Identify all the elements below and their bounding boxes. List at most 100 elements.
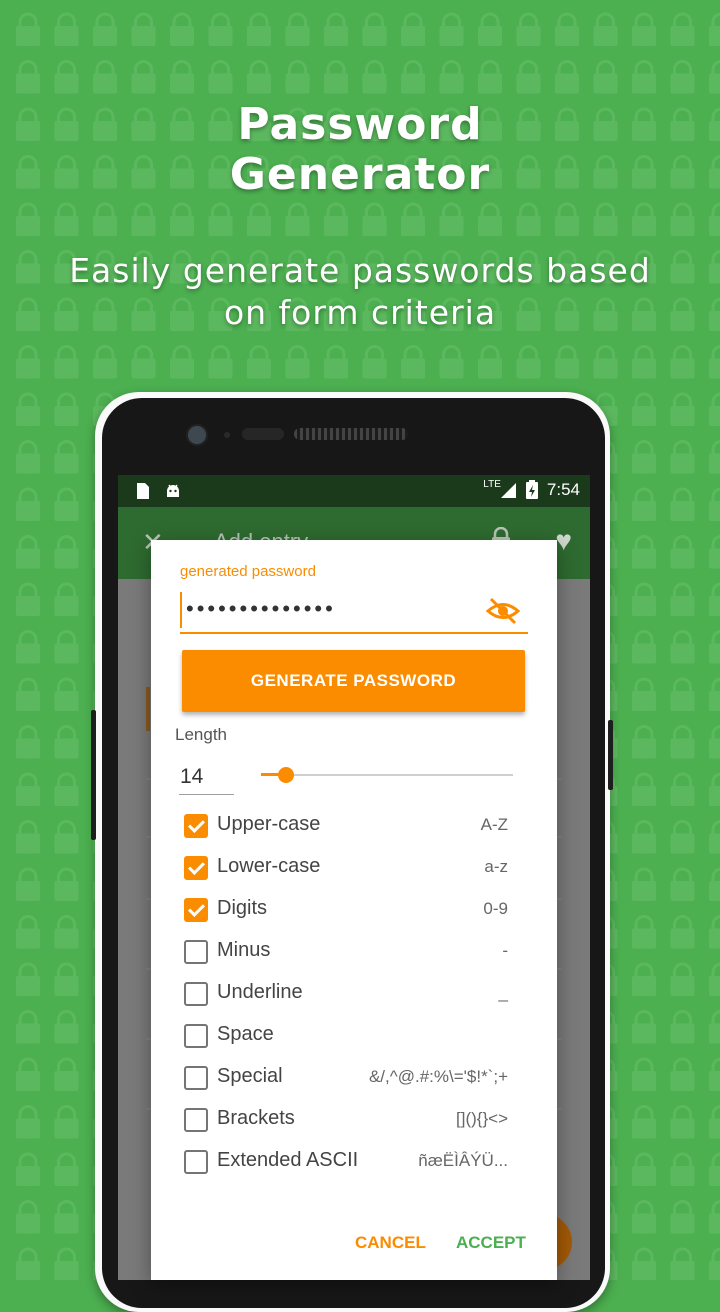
- option-row[interactable]: Digits 0-9: [182, 890, 512, 932]
- option-checkbox[interactable]: [184, 1150, 208, 1174]
- option-row[interactable]: Extended ASCII ñæËÌÂÝÜ...: [182, 1142, 512, 1184]
- lock-pattern-icon: [247, 345, 271, 379]
- lock-pattern-icon: [632, 535, 656, 569]
- lock-pattern-icon: [709, 962, 720, 996]
- option-checkbox[interactable]: [184, 856, 208, 880]
- lock-pattern-icon: [54, 1152, 79, 1186]
- option-checkbox[interactable]: [184, 1066, 208, 1090]
- option-checkbox[interactable]: [184, 898, 208, 922]
- lock-pattern-icon: [478, 202, 502, 236]
- option-row[interactable]: Minus -: [182, 932, 512, 974]
- lock-pattern-icon: [16, 487, 40, 521]
- option-row[interactable]: Space: [182, 1016, 512, 1058]
- lock-pattern-icon: [632, 440, 656, 474]
- lock-pattern-icon: [632, 1057, 656, 1091]
- lock-pattern-icon: [54, 867, 79, 901]
- option-checkbox[interactable]: [184, 982, 208, 1006]
- lock-pattern-icon: [16, 12, 40, 46]
- lock-pattern-icon: [670, 677, 695, 711]
- option-checkbox[interactable]: [184, 1024, 208, 1048]
- lock-pattern-icon: [285, 60, 310, 94]
- lock-pattern-icon: [709, 725, 720, 759]
- lock-pattern-icon: [709, 867, 720, 901]
- option-label: Extended ASCII: [217, 1149, 359, 1171]
- lock-pattern-icon: [632, 630, 656, 664]
- eye-off-icon[interactable]: [486, 596, 520, 626]
- lock-pattern-icon: [54, 630, 79, 664]
- lock-pattern-icon: [632, 1010, 656, 1044]
- lock-pattern-icon: [709, 392, 720, 426]
- lock-pattern-icon: [401, 345, 425, 379]
- accept-button[interactable]: ACCEPT: [456, 1233, 526, 1253]
- cancel-button[interactable]: CANCEL: [355, 1233, 426, 1253]
- option-label: Space: [217, 1023, 274, 1045]
- lock-pattern-icon: [670, 915, 695, 949]
- lock-pattern-icon: [16, 1200, 40, 1234]
- hero-title-line2: Generator: [229, 149, 491, 200]
- lock-pattern-icon: [478, 345, 502, 379]
- lock-pattern-icon: [54, 772, 79, 806]
- lock-pattern-icon: [54, 725, 79, 759]
- option-checkbox[interactable]: [184, 1108, 208, 1132]
- earpiece: [242, 428, 284, 440]
- lock-pattern-icon: [54, 487, 79, 521]
- option-characters: &/,^@.#:%\='$!*`;+: [368, 1067, 508, 1086]
- option-label: Minus: [217, 939, 271, 961]
- lock-pattern-icon: [208, 345, 233, 379]
- favorite-icon[interactable]: ♥: [555, 525, 572, 557]
- lock-pattern-icon: [478, 60, 502, 94]
- lock-pattern-icon: [401, 60, 425, 94]
- lock-pattern-icon: [170, 202, 194, 236]
- lock-pattern-icon: [670, 12, 695, 46]
- lock-pattern-icon: [93, 345, 117, 379]
- hero-title: Password Generator: [0, 100, 720, 200]
- lock-pattern-icon: [516, 60, 541, 94]
- password-field[interactable]: ••••••••••••••: [180, 592, 528, 634]
- lock-pattern-icon: [670, 820, 695, 854]
- lock-pattern-icon: [478, 12, 502, 46]
- lock-pattern-icon: [54, 1057, 79, 1091]
- lock-pattern-icon: [16, 440, 40, 474]
- network-type: LTE: [483, 478, 501, 490]
- lock-pattern-icon: [54, 1200, 79, 1234]
- lock-pattern-icon: [54, 1247, 79, 1280]
- lock-pattern-icon: [54, 535, 79, 569]
- lock-pattern-icon: [131, 345, 156, 379]
- lock-pattern-icon: [632, 772, 656, 806]
- option-row[interactable]: Brackets [](){}<>: [182, 1100, 512, 1142]
- lock-pattern-icon: [555, 202, 579, 236]
- lock-pattern-icon: [670, 487, 695, 521]
- lock-pattern-icon: [709, 1247, 720, 1280]
- lock-pattern-icon: [709, 60, 720, 94]
- lock-pattern-icon: [709, 1105, 720, 1139]
- option-row[interactable]: Upper-case A-Z: [182, 806, 512, 848]
- status-time: 7:54: [546, 480, 580, 499]
- option-checkbox[interactable]: [184, 814, 208, 838]
- option-row[interactable]: Special &/,^@.#:%\='$!*`;+: [182, 1058, 512, 1100]
- lock-pattern-icon: [709, 250, 720, 284]
- lock-pattern-icon: [670, 202, 695, 236]
- lock-pattern-icon: [16, 345, 40, 379]
- slider-thumb[interactable]: [278, 767, 295, 783]
- length-slider[interactable]: [261, 766, 513, 784]
- lock-pattern-icon: [16, 297, 40, 331]
- lock-pattern-icon: [170, 60, 194, 94]
- lock-pattern-icon: [632, 725, 656, 759]
- lock-pattern-icon: [439, 202, 464, 236]
- option-label: Upper-case: [217, 813, 321, 835]
- lock-pattern-icon: [632, 1200, 656, 1234]
- option-characters: 0-9: [483, 899, 508, 918]
- lock-pattern-icon: [670, 630, 695, 664]
- option-row[interactable]: Lower-case a-z: [182, 848, 512, 890]
- lock-pattern-icon: [16, 535, 40, 569]
- length-input[interactable]: 14: [179, 762, 234, 795]
- lock-pattern-icon: [709, 915, 720, 949]
- lock-pattern-icon: [131, 202, 156, 236]
- option-row[interactable]: Underline _: [182, 974, 512, 1016]
- lock-pattern-icon: [709, 1010, 720, 1044]
- generate-password-button[interactable]: GENERATE PASSWORD: [182, 650, 525, 712]
- lock-pattern-icon: [670, 392, 695, 426]
- option-checkbox[interactable]: [184, 940, 208, 964]
- option-characters: [](){}<>: [456, 1109, 508, 1128]
- lock-pattern-icon: [632, 677, 656, 711]
